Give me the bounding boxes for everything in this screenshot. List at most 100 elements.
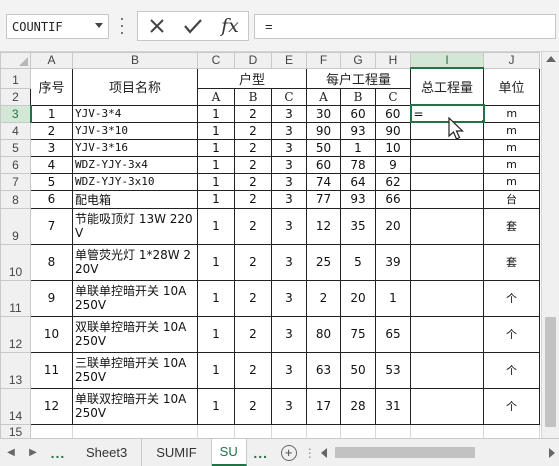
cell-b[interactable]: 2 <box>234 351 272 389</box>
cell-pb[interactable]: 1 <box>340 138 376 157</box>
cell-pb[interactable]: 28 <box>340 387 376 425</box>
cell-seq[interactable]: 5 <box>30 172 73 191</box>
row-header[interactable]: 10 <box>0 243 31 281</box>
header-per-house-quantity[interactable]: 每户工程量 <box>306 67 411 89</box>
column-header-f[interactable]: F <box>306 52 341 69</box>
cell-b[interactable]: 2 <box>234 387 272 425</box>
cell-pc[interactable]: 39 <box>375 243 411 281</box>
cell-a[interactable]: 1 <box>197 121 235 140</box>
vertical-scrollbar[interactable] <box>541 52 559 438</box>
row-header[interactable]: 5 <box>0 138 31 157</box>
cell-unit[interactable]: 个 <box>483 351 540 389</box>
cell-c[interactable]: 3 <box>271 121 307 140</box>
cell-seq[interactable]: 6 <box>30 189 73 209</box>
cell-pb[interactable]: 75 <box>340 315 376 353</box>
empty-cell[interactable] <box>483 423 540 438</box>
cell-pa[interactable]: 12 <box>306 207 341 245</box>
cell-item-name[interactable]: 节能吸顶灯 13W 220V <box>72 207 198 245</box>
column-header-c[interactable]: C <box>197 52 235 69</box>
empty-cell[interactable] <box>234 423 272 438</box>
tab-su-active[interactable]: SU <box>211 439 247 466</box>
cell-c[interactable]: 3 <box>271 279 307 317</box>
empty-cell[interactable] <box>197 423 235 438</box>
cell-seq[interactable]: 9 <box>30 279 73 317</box>
cell-seq[interactable]: 10 <box>30 315 73 353</box>
scroll-right-icon[interactable] <box>549 448 555 458</box>
cell-item-name[interactable]: 单管荧光灯 1*28W 220V <box>72 243 198 281</box>
cell-a[interactable]: 1 <box>197 315 235 353</box>
cell-unit[interactable]: 个 <box>483 315 540 353</box>
cell-seq[interactable]: 8 <box>30 243 73 281</box>
tab-split-grip-icon[interactable]: ⋮ <box>303 439 317 466</box>
cell-pb[interactable]: 78 <box>340 155 376 174</box>
cell-item-name[interactable]: YJV-3*16 <box>72 138 198 157</box>
cell-seq[interactable]: 11 <box>30 351 73 389</box>
horizontal-scrollbar[interactable] <box>317 439 559 466</box>
row-header[interactable]: 6 <box>0 155 31 174</box>
cell-pc[interactable]: 1 <box>375 279 411 317</box>
cell-seq[interactable]: 4 <box>30 155 73 174</box>
empty-cell[interactable] <box>306 423 341 438</box>
cell-pc[interactable]: 9 <box>375 155 411 174</box>
empty-cell[interactable] <box>271 423 307 438</box>
cell-unit[interactable]: m <box>483 155 540 174</box>
row-header[interactable]: 12 <box>0 315 31 353</box>
insert-function-button[interactable]: fx <box>215 10 245 42</box>
formula-input[interactable]: = <box>254 14 556 39</box>
cell-unit[interactable]: 套 <box>483 243 540 281</box>
cell-item-name[interactable]: YJV-3*10 <box>72 121 198 140</box>
cell-a[interactable]: 1 <box>197 104 235 123</box>
row-header[interactable]: 14 <box>0 387 31 425</box>
cell-a[interactable]: 1 <box>197 351 235 389</box>
row-header[interactable]: 4 <box>0 121 31 140</box>
cancel-button[interactable] <box>142 10 172 42</box>
subheader-type[interactable]: A <box>197 87 235 106</box>
cell-c[interactable]: 3 <box>271 315 307 353</box>
cell-unit[interactable]: m <box>483 104 540 123</box>
row-header[interactable]: 2 <box>0 87 31 106</box>
cell-pc[interactable]: 10 <box>375 138 411 157</box>
cell-item-name[interactable]: 配电箱 <box>72 189 198 209</box>
cell-pb[interactable]: 93 <box>340 189 376 209</box>
cell-pa[interactable]: 74 <box>306 172 341 191</box>
cell-seq[interactable]: 3 <box>30 138 73 157</box>
cell-unit[interactable]: 个 <box>483 387 540 425</box>
cell-total[interactable] <box>410 155 484 174</box>
cell-b[interactable]: 2 <box>234 121 272 140</box>
vertical-scroll-thumb[interactable] <box>545 317 556 427</box>
cell-unit[interactable]: 套 <box>483 207 540 245</box>
cell-pc[interactable]: 65 <box>375 315 411 353</box>
cell-item-name[interactable]: WDZ-YJY-3x4 <box>72 155 198 174</box>
cell-pc[interactable]: 62 <box>375 172 411 191</box>
cell-seq[interactable]: 1 <box>30 104 73 123</box>
subheader-qty[interactable]: C <box>375 87 411 106</box>
cell-a[interactable]: 1 <box>197 172 235 191</box>
select-all-button[interactable] <box>0 52 31 69</box>
tab-scroll-left-button[interactable]: ◀ <box>0 439 22 466</box>
cell-total[interactable] <box>410 387 484 425</box>
cell-a[interactable]: 1 <box>197 243 235 281</box>
empty-cell[interactable] <box>340 423 376 438</box>
cell-b[interactable]: 2 <box>234 279 272 317</box>
cell-b[interactable]: 2 <box>234 172 272 191</box>
cell-a[interactable]: 1 <box>197 189 235 209</box>
cell-c[interactable]: 3 <box>271 243 307 281</box>
cell-unit[interactable]: 台 <box>483 189 540 209</box>
cell-pc[interactable]: 66 <box>375 189 411 209</box>
cell-unit[interactable]: m <box>483 121 540 140</box>
cell-pb[interactable]: 93 <box>340 121 376 140</box>
cell-pb[interactable]: 50 <box>340 351 376 389</box>
cell-unit[interactable]: m <box>483 172 540 191</box>
row-header[interactable]: 9 <box>0 207 31 245</box>
cell-a[interactable]: 1 <box>197 207 235 245</box>
empty-cell[interactable] <box>410 423 484 438</box>
cell-pa[interactable]: 50 <box>306 138 341 157</box>
cell-pa[interactable]: 2 <box>306 279 341 317</box>
cell-a[interactable]: 1 <box>197 155 235 174</box>
empty-cell[interactable] <box>30 423 73 438</box>
cell-unit[interactable]: m <box>483 138 540 157</box>
cell-pa[interactable]: 90 <box>306 121 341 140</box>
cell-pa[interactable]: 17 <box>306 387 341 425</box>
header-unit[interactable]: 单位 <box>483 67 540 106</box>
cell-total[interactable] <box>410 138 484 157</box>
